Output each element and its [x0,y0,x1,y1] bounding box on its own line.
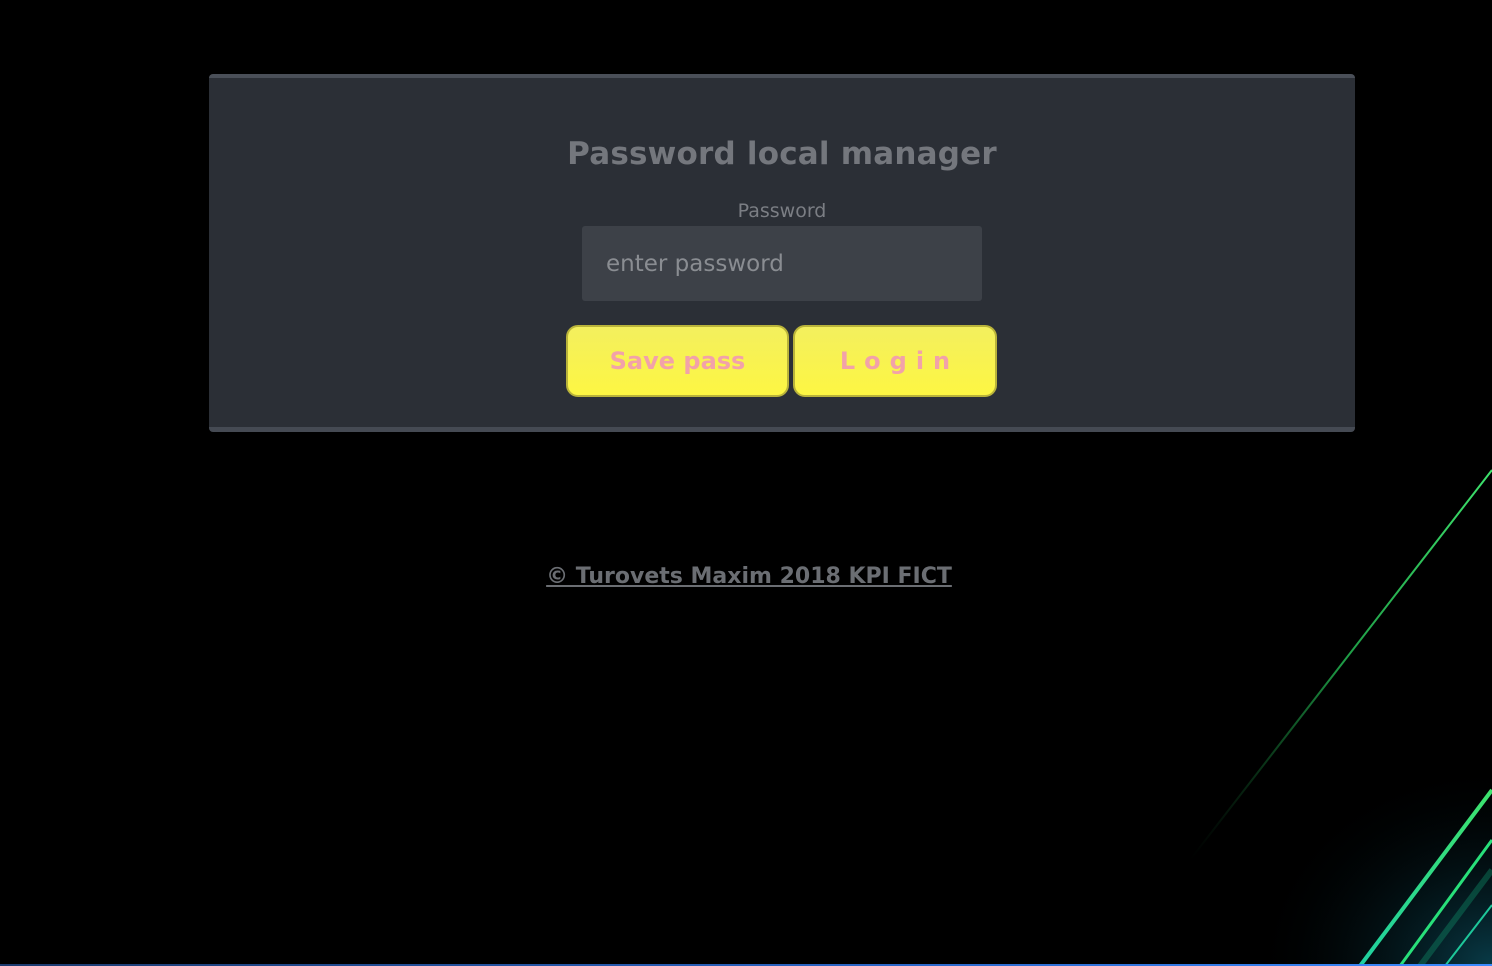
password-input[interactable] [582,226,982,301]
login-button[interactable]: Login [793,325,997,397]
page-title: Password local manager [567,136,997,172]
footer-copyright-link[interactable]: © Turovets Maxim 2018 KPI FICT [0,564,1492,589]
save-pass-button[interactable]: Save pass [566,325,789,397]
login-panel: Password local manager Password Save pas… [209,74,1355,432]
corner-glow [1250,760,1492,966]
page: Password local manager Password Save pas… [0,0,1492,966]
password-label: Password [737,200,827,222]
